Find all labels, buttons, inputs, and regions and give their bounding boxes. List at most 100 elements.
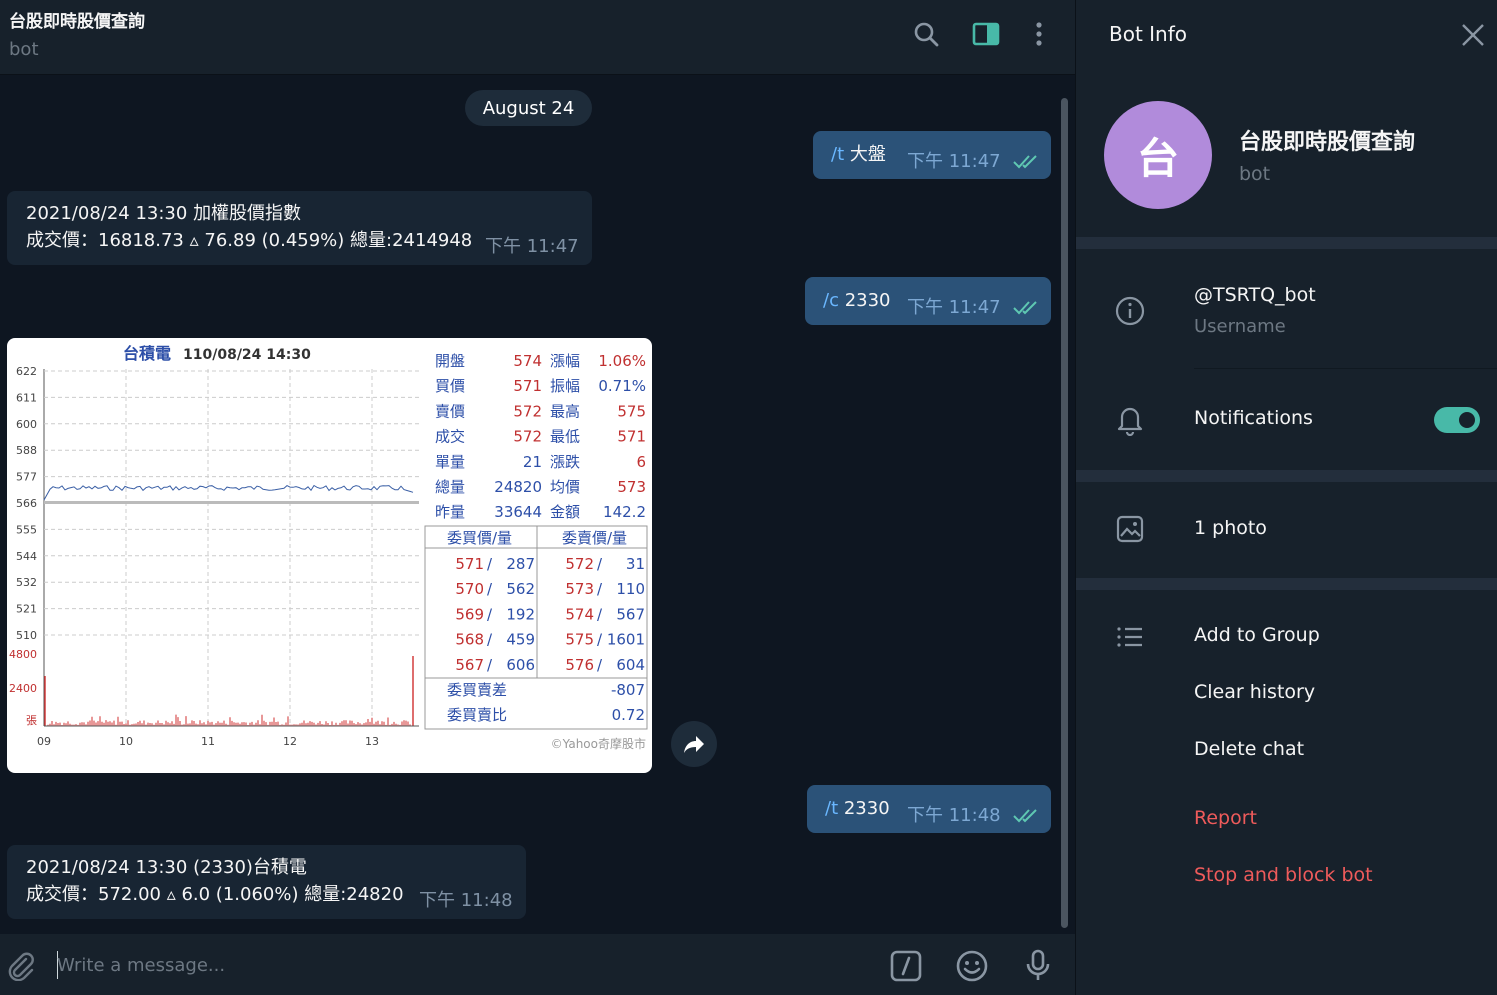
message-line-2: 成交價：16818.73 ▵ 76.89 (0.459%) 總量:2414948 (26, 230, 473, 251)
price-tick-label: 544 (16, 550, 37, 563)
search-icon[interactable] (912, 20, 940, 48)
ask-qty: 1601 (607, 631, 645, 649)
attach-icon[interactable] (4, 949, 38, 983)
quote-value: 0.71% (598, 377, 646, 395)
more-options-icon[interactable] (1025, 20, 1053, 48)
delete-chat-row[interactable]: Delete chat (1076, 728, 1497, 774)
separator: / (597, 631, 603, 649)
quote-value: 21 (523, 453, 542, 471)
quote-label: 均價 (550, 478, 580, 496)
chat-title[interactable]: 台股即時股價查詢 (9, 7, 145, 32)
diff-value: -807 (611, 681, 645, 699)
separator: / (597, 555, 603, 573)
ask-qty: 567 (616, 605, 645, 623)
time-tick-label: 11 (201, 735, 215, 748)
time-tick-label: 10 (119, 735, 133, 748)
notifications-row[interactable]: Notifications (1076, 395, 1497, 445)
clear-history-label: Clear history (1194, 681, 1316, 703)
message-time: 下午 11:47 (907, 297, 1001, 318)
clear-history-row[interactable]: Clear history (1076, 671, 1497, 717)
message-composer (0, 934, 1075, 995)
chat-pane: 台股即時股價查詢 bot August 24 /t 大盤 下午 11:47 20… (0, 0, 1075, 995)
section-divider (1076, 470, 1497, 482)
stop-block-row[interactable]: Stop and block bot (1076, 854, 1497, 900)
ask-price: 573 (565, 580, 594, 598)
close-icon[interactable] (1460, 22, 1486, 48)
bot-info-panel: Bot Info 台 台股即時股價查詢 bot @TSRTQ_bot Usern… (1075, 0, 1497, 995)
bot-command-link[interactable]: /c (823, 290, 839, 311)
ratio-value: 0.72 (612, 706, 645, 724)
section-divider (1076, 237, 1497, 249)
incoming-message[interactable]: 2021/08/24 13:30 加權股價指數 成交價：16818.73 ▵ 7… (7, 191, 592, 265)
forward-arrow-icon (684, 736, 704, 753)
report-row[interactable]: Report (1076, 797, 1497, 843)
incoming-message[interactable]: 2021/08/24 13:30 (2330)台積電 成交價：572.00 ▵ … (7, 845, 526, 919)
outgoing-message[interactable]: /t 2330 下午 11:48 (807, 785, 1051, 833)
price-tick-label: 566 (16, 497, 37, 510)
volume-axis-labels: 4800 2400 張 (9, 648, 37, 727)
quote-value: 573 (617, 478, 646, 496)
separator: / (487, 580, 493, 598)
quote-label: 最低 (550, 428, 580, 446)
quote-table: 開盤 574 漲幅 1.06% 買價 571 振幅 0.71% 賣價 572 最高 575 成交 572 最… (435, 352, 646, 521)
time-gridlines (125, 369, 373, 726)
avatar[interactable]: 台 (1104, 101, 1212, 209)
message-text: 2330 (838, 290, 891, 311)
add-to-group-row[interactable]: Add to Group (1076, 614, 1497, 660)
quote-value: 572 (513, 428, 542, 446)
ask-qty: 110 (616, 580, 645, 598)
report-label: Report (1194, 807, 1257, 829)
section-divider (1076, 578, 1497, 590)
username-row[interactable]: @TSRTQ_bot Username (1076, 270, 1497, 350)
price-tick-label: 600 (16, 418, 37, 431)
price-tick-label: 510 (16, 629, 37, 642)
message-list[interactable]: August 24 /t 大盤 下午 11:47 2021/08/24 13:3… (0, 76, 1075, 934)
volume-bars (44, 656, 414, 726)
sidebar-toggle-icon[interactable] (972, 20, 1000, 48)
separator: / (597, 605, 603, 623)
info-icon (1114, 295, 1146, 327)
message-text: 2330 (838, 798, 890, 819)
photos-row[interactable]: 1 photo (1076, 505, 1497, 555)
time-axis-labels: 09 10 11 12 13 (37, 735, 379, 748)
date-separator: August 24 (465, 90, 592, 126)
message-text: 大盤 (844, 144, 886, 165)
ask-qty: 31 (626, 555, 645, 573)
outgoing-message[interactable]: /c 2330 下午 11:47 (805, 277, 1051, 325)
bot-command-link[interactable]: /t (831, 144, 844, 165)
read-checkmarks-icon (1013, 155, 1037, 169)
time-tick-label: 13 (365, 735, 379, 748)
scrollbar[interactable] (1061, 98, 1068, 928)
price-axis-labels: 622 611 600 588 577 566 555 544 532 521 510 (16, 365, 37, 642)
quote-value: 6 (636, 453, 646, 471)
bot-command-link[interactable]: /t (825, 798, 838, 819)
ratio-label: 委買賣比 (447, 706, 507, 724)
volume-tick-label: 2400 (9, 682, 37, 695)
time-tick-label: 09 (37, 735, 51, 748)
bot-commands-icon[interactable] (889, 949, 923, 983)
price-tick-label: 577 (16, 471, 37, 484)
stock-chart-image: 台積電 110/08/24 14:30 62261160058857756655… (9, 344, 648, 751)
read-checkmarks-icon (1013, 301, 1037, 315)
bid-qty: 562 (506, 580, 535, 598)
ask-qty: 604 (616, 656, 645, 674)
notifications-toggle[interactable] (1434, 407, 1480, 433)
chart-title-time: 110/08/24 14:30 (183, 347, 311, 363)
intraday-price-line (43, 484, 414, 501)
message-input[interactable] (57, 950, 857, 980)
separator: / (597, 656, 603, 674)
volume-tick-label: 4800 (9, 648, 37, 661)
message-time: 下午 11:48 (907, 805, 1001, 826)
price-tick-label: 532 (16, 576, 37, 589)
microphone-icon[interactable] (1021, 949, 1055, 983)
price-tick-label: 611 (16, 391, 37, 404)
ask-header: 委賣價/量 (562, 529, 627, 547)
bid-qty: 192 (506, 605, 535, 623)
emoji-icon[interactable] (955, 949, 989, 983)
forward-button[interactable] (671, 721, 717, 767)
stock-chart-photo[interactable]: 台積電 110/08/24 14:30 622 611 600 588 577 566 55… (7, 338, 652, 773)
ask-price: 572 (565, 555, 594, 573)
outgoing-message[interactable]: /t 大盤 下午 11:47 (813, 131, 1051, 179)
bid-header: 委買價/量 (447, 529, 512, 547)
telegram-app: 台股即時股價查詢 bot August 24 /t 大盤 下午 11:47 20… (0, 0, 1497, 995)
